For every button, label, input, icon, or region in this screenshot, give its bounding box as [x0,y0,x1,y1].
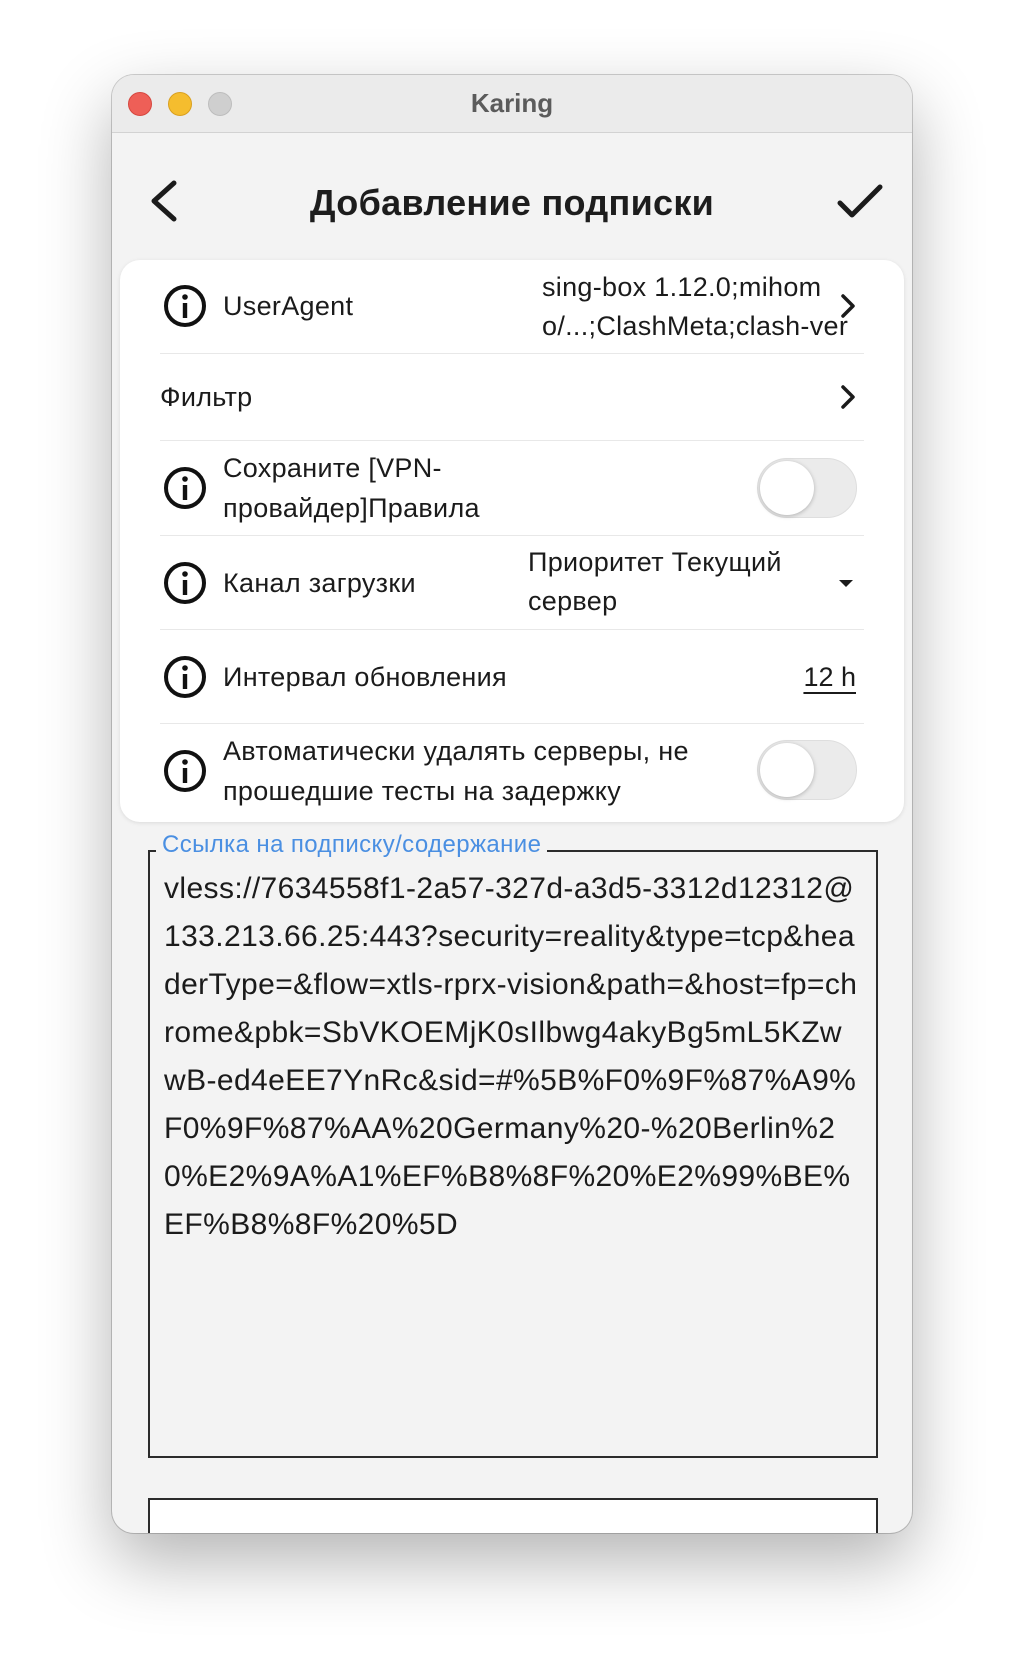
auto-remove-label: Автоматически удалять серверы, не прошед… [223,736,689,806]
download-channel-row[interactable]: Канал загрузки Приоритет Текущий сервер [160,536,864,630]
filter-label: Фильтр [160,382,253,412]
info-icon[interactable] [163,655,207,699]
update-interval-row: Интервал обновления 12 h [160,630,864,724]
confirm-button[interactable] [832,171,888,231]
app-window: Karing Добавление подписки UserAgent sin… [112,75,912,1533]
download-channel-label: Канал загрузки [223,568,416,598]
save-rules-label: Сохраните [VPN-провайдер]Правила [223,453,480,523]
filter-row[interactable]: Фильтр [160,353,864,441]
info-icon[interactable] [163,284,207,328]
checkmark-icon [837,184,883,218]
save-rules-row: Сохраните [VPN-провайдер]Правила [160,441,864,536]
info-icon[interactable] [163,466,207,510]
info-icon[interactable] [163,749,207,793]
auto-remove-toggle[interactable] [757,740,857,800]
user-agent-row[interactable]: UserAgent sing-box 1.12.0;mihomo/...;Cla… [160,260,864,354]
window-title: Karing [470,88,554,118]
user-agent-label: UserAgent [223,291,354,321]
update-interval-value[interactable]: 12 h [803,657,856,697]
user-agent-value: sing-box 1.12.0;mihomo/...;ClashMeta;cla… [542,272,849,352]
info-icon[interactable] [163,561,207,605]
subscription-field-label: Ссылка на подписку/содержание [156,830,548,860]
chevron-right-icon [841,385,855,409]
settings-card: UserAgent sing-box 1.12.0;mihomo/...;Cla… [120,260,904,822]
save-rules-toggle[interactable] [757,458,857,518]
auto-remove-row: Автоматически удалять серверы, не прошед… [160,724,864,822]
download-channel-value[interactable]: Приоритет Текущий сервер [528,543,828,621]
chevron-right-icon [841,294,855,318]
update-interval-label: Интервал обновления [223,662,507,692]
subscription-field-value[interactable]: vless://7634558f1-2a57-327d-a3d5-3312d12… [164,865,864,1249]
page-title: Добавление подписки [309,182,715,223]
title-bar: Karing [112,75,912,133]
toggle-knob [760,743,814,797]
chevron-left-icon [151,180,177,222]
app-bar: Добавление подписки [112,133,912,273]
dropdown-arrow-icon [839,580,853,587]
back-button[interactable] [142,171,190,231]
user-agent-value-clip: sing-box 1.12.0;mihomo/...;ClashMeta;cla… [542,260,852,352]
remark-field[interactable] [148,1498,878,1533]
toggle-knob [760,461,814,515]
